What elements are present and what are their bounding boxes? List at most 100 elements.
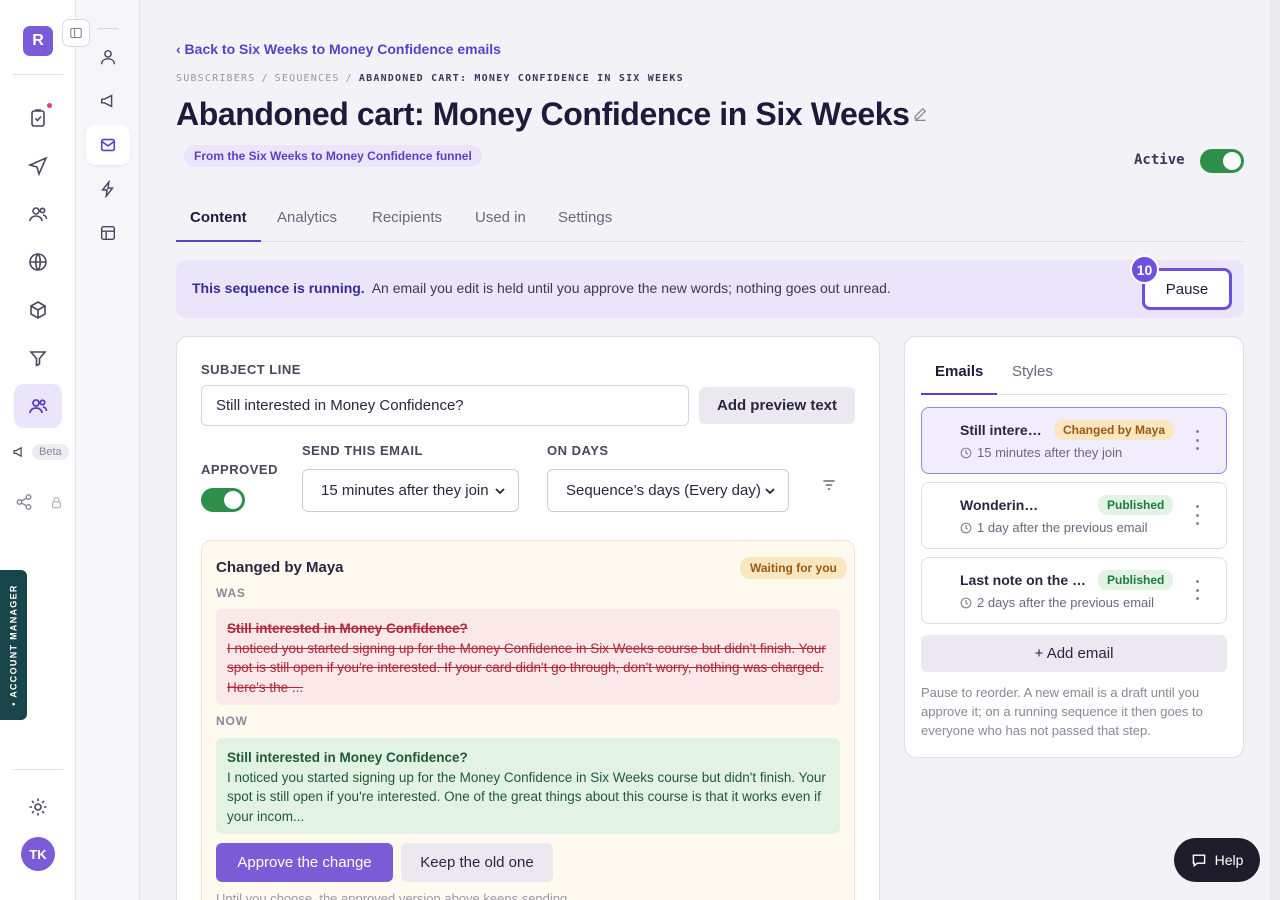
subject-line-label: SUBJECT LINE (201, 362, 301, 377)
side-panel-note: Pause to reorder. A new email is a draft… (921, 685, 1203, 738)
main-content: ‹ Back to Six Weeks to Money Confidence … (140, 0, 1280, 900)
user-avatar[interactable]: TK (21, 837, 55, 871)
broadcast-icon[interactable] (96, 89, 120, 113)
email-list-item[interactable]: Last note on the course Published 2 days… (921, 557, 1227, 624)
more-options-icon[interactable] (1190, 580, 1204, 600)
breadcrumb-sequences[interactable]: SEQUENCES (275, 73, 340, 84)
email-timing-text: 1 day after the previous email (977, 520, 1148, 535)
emails-side-panel: Emails Styles Still interested in Money … (904, 336, 1244, 758)
breadcrumb-separator: / (345, 73, 353, 84)
email-timing-text: 2 days after the previous email (977, 595, 1155, 610)
email-timing: 2 days after the previous email (960, 595, 1154, 610)
subscribers-icon[interactable] (26, 394, 50, 418)
chevron-down-icon (495, 487, 505, 494)
add-email-button[interactable]: + Add email (921, 635, 1227, 672)
send-timing-label: SEND THIS EMAIL (302, 443, 423, 458)
step-number-badge: 10 (1130, 255, 1159, 284)
email-status-badge: Published (1098, 495, 1174, 515)
sequence-active-toggle[interactable] (1200, 149, 1244, 173)
subrail-divider (98, 28, 118, 29)
old-subject: Still interested in Money Confidence? (227, 621, 468, 636)
banner-message: This sequence is running. An email you e… (192, 280, 891, 296)
audience-icon[interactable] (26, 202, 50, 226)
notification-dot (47, 103, 52, 108)
clock-icon (960, 447, 972, 458)
email-list-item[interactable]: Wondering if the course is right for you… (921, 482, 1227, 549)
person-icon[interactable] (96, 45, 120, 69)
change-author-title: Changed by Maya (216, 559, 344, 576)
more-options-icon[interactable] (1190, 430, 1204, 450)
email-status-badge: Published (1098, 570, 1174, 590)
rail-divider (13, 74, 63, 75)
subject-line-input[interactable]: Still interested in Money Confidence? (201, 385, 689, 426)
help-label: Help (1214, 852, 1244, 868)
email-timing: 1 day after the previous email (960, 520, 1148, 535)
filter-icon[interactable] (821, 477, 837, 498)
funnel-icon[interactable] (26, 346, 50, 370)
email-list-item[interactable]: Still interested in Money Confidence? Ch… (921, 407, 1227, 474)
megaphone-icon (13, 446, 22, 458)
side-tabs: Emails Styles (921, 355, 1227, 395)
rail-divider (13, 769, 63, 770)
tab-recipients[interactable]: Recipients (358, 203, 456, 242)
email-title: Still interested in Money Confidence? (960, 422, 1046, 438)
breadcrumb-current: ABANDONED CART: MONEY CONFIDENCE IN SIX … (358, 73, 684, 84)
sidebar-panel-icon (70, 27, 82, 39)
days-value: Sequence’s days (Every day) (566, 482, 761, 499)
approved-toggle[interactable] (201, 488, 245, 512)
email-title: Last note on the course (960, 572, 1090, 588)
tab-styles[interactable]: Styles (998, 355, 1067, 395)
old-body: I noticed you started signing up for the… (227, 640, 826, 695)
tab-used-in[interactable]: Used in (461, 203, 540, 242)
layout-template-icon[interactable] (96, 221, 120, 245)
chevron-down-icon (765, 487, 775, 494)
tab-analytics[interactable]: Analytics (263, 203, 351, 242)
change-note: Until you choose, the approved version a… (216, 891, 571, 900)
tab-content[interactable]: Content (176, 203, 261, 242)
new-body: I noticed you started signing up for the… (227, 769, 826, 824)
chat-bubble-icon (1192, 854, 1205, 868)
primary-nav-rail: R Beta TK (0, 0, 76, 900)
was-label: WAS (216, 586, 246, 600)
more-options-icon[interactable] (1190, 505, 1204, 525)
keep-old-button[interactable]: Keep the old one (401, 843, 553, 882)
sequence-mail-icon[interactable] (96, 133, 120, 157)
globe-icon[interactable] (26, 250, 50, 274)
collapse-sidebar-button[interactable] (62, 19, 90, 47)
tab-emails[interactable]: Emails (921, 355, 998, 395)
email-editor-card: SUBJECT LINE Still interested in Money C… (176, 336, 880, 900)
account-manager-label: • ACCOUNT MANAGER (8, 584, 19, 706)
clock-icon (960, 522, 972, 533)
automation-bolt-icon[interactable] (96, 177, 120, 201)
page-title: Abandoned cart: Money Confidence in Six … (176, 96, 910, 132)
email-status-badge: Changed by Maya (1054, 420, 1175, 440)
approved-label: APPROVED (201, 462, 278, 477)
workspace-logo[interactable]: R (23, 26, 53, 56)
beta-badge: Beta (32, 444, 69, 460)
email-title: Wondering if the course is right for you… (960, 497, 1046, 513)
send-icon[interactable] (26, 154, 50, 178)
edit-title-pencil-icon[interactable] (912, 106, 928, 127)
secondary-nav-rail (76, 0, 140, 900)
beta-feature-item[interactable]: Beta (12, 444, 69, 460)
add-preview-text-button[interactable]: Add preview text (699, 387, 855, 424)
send-timing-select[interactable]: 15 minutes after they join (302, 469, 519, 512)
days-select[interactable]: Sequence’s days (Every day) (547, 469, 789, 512)
approve-change-button[interactable]: Approve the change (216, 843, 393, 882)
email-timing-text: 15 minutes after they join (977, 445, 1123, 460)
back-to-emails-link[interactable]: ‹ Back to Six Weeks to Money Confidence … (176, 41, 501, 57)
package-icon[interactable] (26, 298, 50, 322)
running-sequence-banner: This sequence is running. An email you e… (176, 260, 1244, 318)
account-manager-tab[interactable]: • ACCOUNT MANAGER (0, 570, 27, 720)
funnel-source-badge[interactable]: From the Six Weeks to Money Confidence f… (184, 145, 482, 167)
waiting-status-badge: Waiting for you (740, 557, 847, 579)
tasks-icon[interactable] (26, 106, 50, 130)
breadcrumb-subscribers[interactable]: SUBSCRIBERS (176, 73, 255, 84)
help-button[interactable]: Help (1174, 838, 1260, 882)
tab-settings[interactable]: Settings (544, 203, 626, 242)
new-version-block: Still interested in Money Confidence? I … (216, 738, 840, 834)
breadcrumb-separator: / (261, 73, 269, 84)
settings-gear-icon[interactable] (26, 795, 50, 819)
status-label: Active (1134, 152, 1185, 168)
share-icon[interactable] (12, 490, 36, 514)
